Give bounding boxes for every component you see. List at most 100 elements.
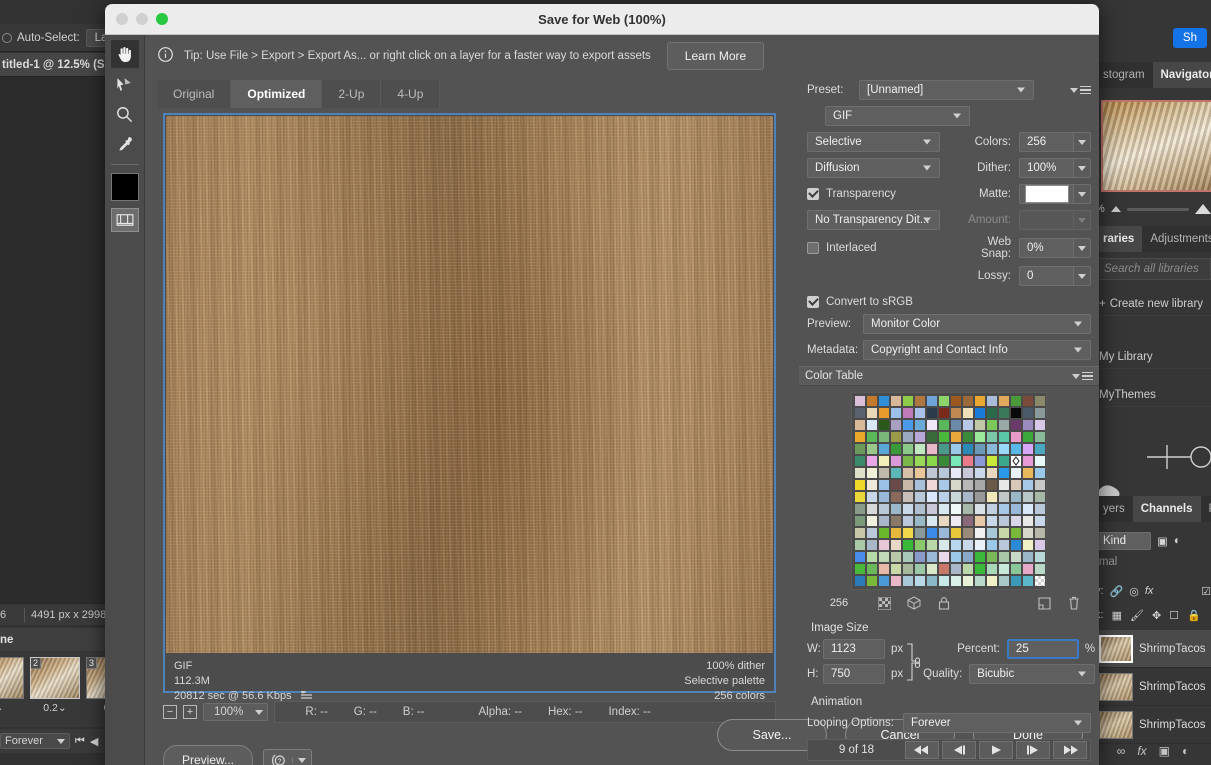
color-swatch[interactable]	[938, 491, 950, 503]
color-swatch[interactable]	[974, 491, 986, 503]
layer-row[interactable]: ShrimpTacos	[1095, 668, 1211, 706]
color-swatch[interactable]	[962, 419, 974, 431]
timeline-frame[interactable]: 2 0.2⌄	[30, 657, 80, 714]
color-swatch[interactable]	[938, 407, 950, 419]
transparency-icon[interactable]	[869, 597, 899, 610]
color-swatch[interactable]	[926, 551, 938, 563]
color-swatch[interactable]	[938, 563, 950, 575]
color-swatch[interactable]	[866, 467, 878, 479]
color-swatch[interactable]	[938, 395, 950, 407]
navigator-thumbnail[interactable]	[1101, 100, 1211, 192]
color-swatch[interactable]	[854, 539, 866, 551]
color-swatch[interactable]	[854, 395, 866, 407]
color-swatch[interactable]	[902, 491, 914, 503]
link-layers-icon[interactable]: 🔗	[1110, 585, 1124, 598]
hand-tool[interactable]	[111, 40, 139, 68]
color-swatch[interactable]	[902, 515, 914, 527]
width-input[interactable]: 1123	[823, 639, 885, 659]
color-swatch[interactable]	[950, 503, 962, 515]
color-swatch[interactable]	[902, 539, 914, 551]
dither-stepper[interactable]	[1074, 158, 1091, 178]
color-swatch[interactable]	[950, 515, 962, 527]
color-swatch[interactable]	[1010, 551, 1022, 563]
preset-dropdown[interactable]: [Unnamed]	[859, 80, 1034, 100]
color-swatch[interactable]	[938, 503, 950, 515]
color-swatch[interactable]	[878, 479, 890, 491]
color-swatch[interactable]	[974, 479, 986, 491]
fx-icon[interactable]: fx	[1145, 585, 1154, 597]
color-swatch[interactable]	[902, 443, 914, 455]
color-swatch[interactable]	[902, 551, 914, 563]
color-swatch[interactable]	[950, 491, 962, 503]
color-swatch[interactable]	[950, 431, 962, 443]
color-swatch[interactable]	[890, 395, 902, 407]
color-swatch[interactable]	[986, 407, 998, 419]
color-swatch[interactable]	[950, 479, 962, 491]
color-swatch[interactable]	[1010, 575, 1022, 587]
color-swatch[interactable]	[1010, 479, 1022, 491]
color-swatch[interactable]	[986, 467, 998, 479]
color-swatch[interactable]	[914, 575, 926, 587]
color-swatch[interactable]	[926, 491, 938, 503]
blend-mode-dropdown[interactable]: rmal	[1095, 556, 1211, 576]
color-swatch[interactable]	[926, 395, 938, 407]
convert-to-srgb-checkbox[interactable]: Convert to sRGB	[807, 296, 913, 308]
color-swatch[interactable]	[950, 527, 962, 539]
color-table-swatches[interactable]	[851, 392, 1047, 590]
previous-frame-icon[interactable]: ◀	[90, 735, 98, 748]
transparency-checkbox[interactable]: Transparency	[807, 188, 940, 200]
dither-input[interactable]: 100%	[1019, 158, 1074, 178]
lock-image-pixels-icon[interactable]: 🖌	[1130, 609, 1144, 622]
share-button[interactable]: Sh	[1173, 28, 1207, 48]
web-shift-icon[interactable]	[899, 596, 929, 610]
color-swatch[interactable]	[962, 431, 974, 443]
color-swatch[interactable]	[998, 515, 1010, 527]
colors-input[interactable]: 256	[1019, 132, 1074, 152]
frame-delay[interactable]: ⌄	[0, 699, 24, 714]
color-swatch[interactable]	[890, 419, 902, 431]
color-swatch[interactable]	[1034, 407, 1046, 419]
adjustment-filter-icon[interactable]: ◐	[1174, 535, 1181, 547]
color-swatch[interactable]	[854, 479, 866, 491]
color-swatch[interactable]	[866, 479, 878, 491]
color-swatch[interactable]	[854, 503, 866, 515]
color-swatch[interactable]	[902, 407, 914, 419]
library-item-my-library[interactable]: My Library	[1095, 345, 1211, 369]
layer-thumbnail[interactable]	[1099, 635, 1133, 663]
color-swatch[interactable]	[890, 551, 902, 563]
color-swatch[interactable]	[914, 503, 926, 515]
library-search-input[interactable]: Search all libraries	[1095, 258, 1211, 280]
color-swatch[interactable]	[854, 527, 866, 539]
color-swatch[interactable]	[902, 455, 914, 467]
color-swatch[interactable]	[890, 443, 902, 455]
color-swatch[interactable]	[854, 491, 866, 503]
color-swatch[interactable]	[1022, 491, 1034, 503]
color-swatch[interactable]	[974, 575, 986, 587]
zoom-tool[interactable]	[111, 100, 139, 128]
color-swatch[interactable]	[950, 419, 962, 431]
color-swatch[interactable]	[926, 479, 938, 491]
tab-2-up[interactable]: 2-Up	[322, 80, 381, 108]
color-swatch[interactable]	[962, 443, 974, 455]
visibility-checkbox[interactable]: ☑	[1201, 585, 1211, 598]
color-swatch[interactable]	[962, 503, 974, 515]
height-input[interactable]: 750	[823, 664, 885, 684]
color-swatch[interactable]	[1022, 479, 1034, 491]
color-swatch[interactable]	[866, 455, 878, 467]
color-swatch[interactable]	[914, 551, 926, 563]
first-frame-icon[interactable]: ⏮	[75, 735, 85, 748]
color-swatch[interactable]	[998, 563, 1010, 575]
layer-thumbnail[interactable]	[1099, 711, 1133, 739]
first-frame-button[interactable]	[905, 741, 939, 759]
color-swatch[interactable]	[926, 539, 938, 551]
color-swatch[interactable]	[854, 419, 866, 431]
tab-navigator[interactable]: Navigator	[1153, 62, 1211, 88]
eyedropper-tool[interactable]	[111, 130, 139, 158]
color-swatch[interactable]	[878, 467, 890, 479]
color-swatch[interactable]	[878, 539, 890, 551]
color-swatch[interactable]	[926, 503, 938, 515]
color-swatch[interactable]	[1010, 491, 1022, 503]
color-swatch[interactable]	[914, 407, 926, 419]
color-swatch[interactable]	[986, 395, 998, 407]
tab-optimized[interactable]: Optimized	[231, 80, 322, 108]
